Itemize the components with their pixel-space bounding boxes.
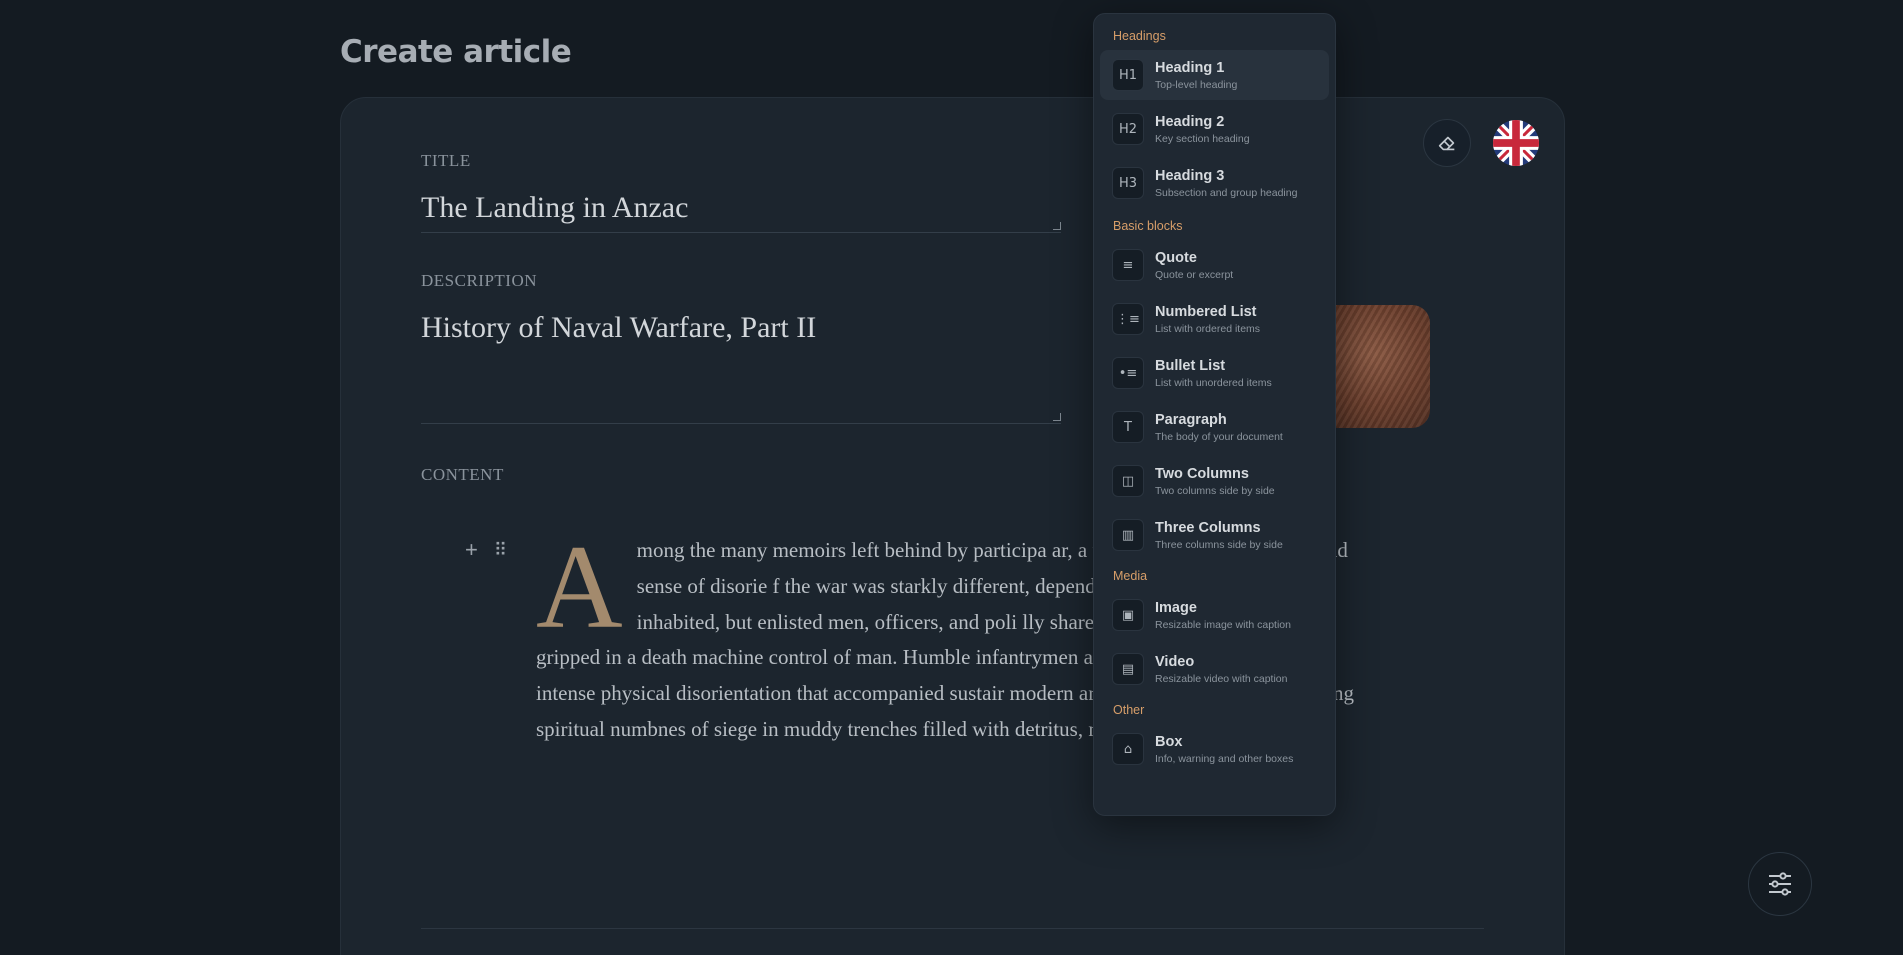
menu-item-description: List with unordered items <box>1155 376 1272 389</box>
content-label: CONTENT <box>421 465 504 484</box>
title-input[interactable]: The Landing in Anzac <box>421 191 1061 233</box>
heading-3-icon: H3 <box>1112 167 1144 199</box>
divider <box>421 928 1484 929</box>
menu-item-description: Info, warning and other boxes <box>1155 752 1294 765</box>
menu-item-label: Three Columns <box>1155 519 1261 536</box>
article-form-card: TITLE The Landing in Anzac DESCRIPTION H… <box>340 97 1565 955</box>
menu-item-label: Image <box>1155 599 1197 616</box>
menu-item-label: Paragraph <box>1155 411 1227 428</box>
menu-item-label: Heading 3 <box>1155 167 1225 184</box>
image-icon: ▣ <box>1112 599 1144 631</box>
menu-section-title: Media <box>1113 569 1148 583</box>
heading-2-icon: H2 <box>1112 113 1144 145</box>
uk-flag-icon <box>1493 120 1539 166</box>
two-columns-icon: ◫ <box>1112 465 1144 497</box>
menu-item-quote[interactable]: ≡ Quote Quote or excerpt <box>1100 240 1329 290</box>
menu-section-title: Headings <box>1113 29 1166 43</box>
menu-item-heading-3[interactable]: H3 Heading 3 Subsection and group heading <box>1100 158 1329 208</box>
eraser-icon <box>1438 136 1455 151</box>
menu-item-description: Three columns side by side <box>1155 538 1283 551</box>
menu-item-box[interactable]: ⌂ Box Info, warning and other boxes <box>1100 724 1329 774</box>
quote-icon: ≡ <box>1112 249 1144 281</box>
menu-item-heading-2[interactable]: H2 Heading 2 Key section heading <box>1100 104 1329 154</box>
menu-item-description: Key section heading <box>1155 132 1250 145</box>
sliders-icon <box>1769 872 1791 896</box>
title-label: TITLE <box>421 151 471 170</box>
resize-grip[interactable] <box>1053 222 1061 230</box>
menu-item-description: Subsection and group heading <box>1155 186 1298 199</box>
menu-item-three-columns[interactable]: ▥ Three Columns Three columns side by side <box>1100 510 1329 560</box>
menu-item-label: Heading 1 <box>1155 59 1225 76</box>
menu-item-label: Heading 2 <box>1155 113 1225 130</box>
menu-item-numbered-list[interactable]: ⋮≡ Numbered List List with ordered items <box>1100 294 1329 344</box>
menu-item-label: Two Columns <box>1155 465 1249 482</box>
menu-item-description: Top-level heading <box>1155 78 1238 91</box>
add-block-icon[interactable]: + <box>465 537 478 563</box>
language-button[interactable] <box>1493 120 1539 166</box>
dropcap: A <box>536 520 623 653</box>
menu-item-video[interactable]: ▤ Video Resizable video with caption <box>1100 644 1329 694</box>
settings-button[interactable] <box>1748 852 1812 916</box>
clear-button[interactable] <box>1423 119 1471 167</box>
block-tools: + ⠿ <box>465 537 507 563</box>
menu-item-label: Bullet List <box>1155 357 1226 374</box>
title-input-value: The Landing in Anzac <box>421 191 689 224</box>
heading-1-icon: H1 <box>1112 59 1144 91</box>
menu-item-paragraph[interactable]: T Paragraph The body of your document <box>1100 402 1329 452</box>
three-columns-icon: ▥ <box>1112 519 1144 551</box>
menu-item-description: List with ordered items <box>1155 322 1261 335</box>
menu-item-description: The body of your document <box>1155 430 1283 443</box>
description-input-value: History of Naval Warfare, Part II <box>421 311 817 344</box>
menu-item-description: Two columns side by side <box>1155 484 1275 497</box>
box-icon: ⌂ <box>1112 733 1144 765</box>
menu-item-heading-1[interactable]: H1 Heading 1 Top-level heading <box>1100 50 1329 100</box>
menu-item-bullet-list[interactable]: •≡ Bullet List List with unordered items <box>1100 348 1329 398</box>
resize-grip[interactable] <box>1053 413 1061 421</box>
paragraph-icon: T <box>1112 411 1144 443</box>
description-input[interactable]: History of Naval Warfare, Part II <box>421 311 1061 424</box>
menu-item-label: Quote <box>1155 249 1197 266</box>
video-icon: ▤ <box>1112 653 1144 685</box>
page-title: Create article <box>340 34 572 70</box>
drag-handle-icon[interactable]: ⠿ <box>494 540 507 561</box>
menu-item-description: Quote or excerpt <box>1155 268 1234 281</box>
menu-item-label: Numbered List <box>1155 303 1257 320</box>
description-label: DESCRIPTION <box>421 271 538 290</box>
menu-item-description: Resizable image with caption <box>1155 618 1291 631</box>
menu-item-two-columns[interactable]: ◫ Two Columns Two columns side by side <box>1100 456 1329 506</box>
menu-item-label: Video <box>1155 653 1195 670</box>
numbered-list-icon: ⋮≡ <box>1112 303 1144 335</box>
block-type-menu: Headings H1 Heading 1 Top-level heading H2 He… <box>1093 13 1336 816</box>
menu-item-description: Resizable video with caption <box>1155 672 1288 685</box>
menu-item-label: Box <box>1155 733 1183 750</box>
menu-section-title: Other <box>1113 703 1145 717</box>
menu-section-title: Basic blocks <box>1113 219 1183 233</box>
menu-item-image[interactable]: ▣ Image Resizable image with caption <box>1100 590 1329 640</box>
bullet-list-icon: •≡ <box>1112 357 1144 389</box>
